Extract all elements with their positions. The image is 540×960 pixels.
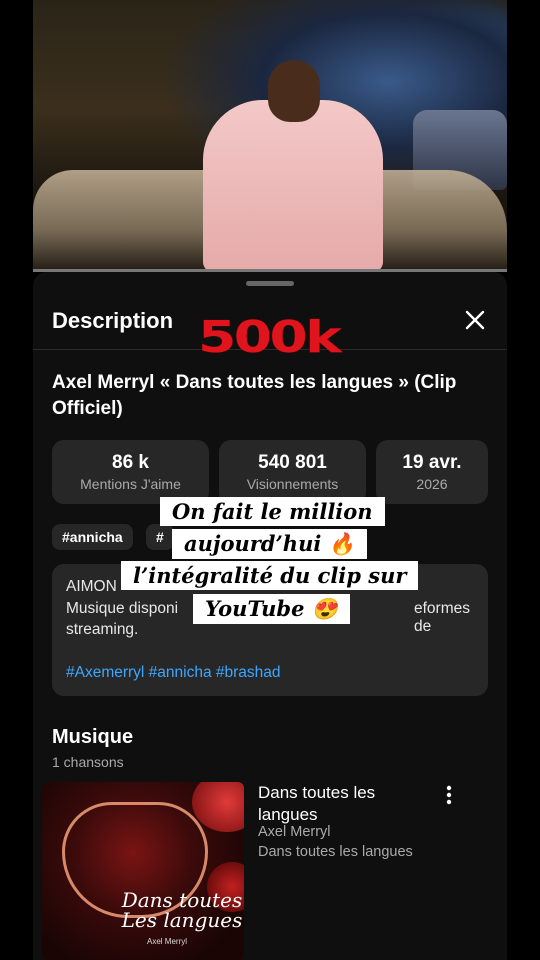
views-label: Visionnements xyxy=(246,476,339,492)
date-value: 19 avr. xyxy=(402,452,462,473)
description-hashtags[interactable]: #Axemerryl #annicha #brashad xyxy=(66,664,281,682)
views-value: 540 801 xyxy=(258,452,327,473)
likes-value: 86 k xyxy=(112,452,149,473)
caption-overlay-line: On fait le million xyxy=(160,497,385,526)
close-icon[interactable] xyxy=(463,308,487,332)
song-artist: Axel Merryl xyxy=(258,824,331,840)
more-options-icon[interactable] xyxy=(443,784,455,806)
song-album: Dans toutes les langues xyxy=(258,844,413,860)
likes-label: Mentions J'aime xyxy=(80,476,181,492)
cover-artist: Axel Merryl xyxy=(147,937,188,946)
video-player[interactable] xyxy=(33,0,507,272)
date-stat: 19 avr. 2026 xyxy=(376,440,488,504)
sheet-title: Description xyxy=(52,308,174,333)
views-badge-overlay: 500k xyxy=(198,312,342,363)
description-line: streaming. xyxy=(66,621,139,638)
hashtag-chip[interactable]: # xyxy=(146,524,174,550)
likes-stat: 86 k Mentions J'aime xyxy=(52,440,209,504)
caption-overlay-line: l’intégralité du clip sur xyxy=(121,561,419,590)
video-title: Axel Merryl « Dans toutes les langues » … xyxy=(52,372,457,419)
album-cover[interactable]: Dans toutes Les langues Axel Merryl xyxy=(42,782,244,960)
description-line: Musique disponi xyxy=(66,600,179,617)
song-title[interactable]: Dans toutes les langues xyxy=(258,782,428,826)
hashtag-chip[interactable]: #annicha xyxy=(52,524,133,550)
caption-overlay-line: aujourd’hui 🔥 xyxy=(172,529,367,559)
description-line: AIMON xyxy=(66,578,117,595)
music-section-title: Musique xyxy=(52,726,134,748)
caption-overlay-line: YouTube 😍 xyxy=(193,594,350,624)
views-stat: 540 801 Visionnements xyxy=(219,440,366,504)
drag-handle[interactable] xyxy=(246,281,294,286)
music-count: 1 chansons xyxy=(52,754,124,770)
description-line: eformes de xyxy=(414,600,470,635)
video-person xyxy=(193,60,393,272)
year-label: 2026 xyxy=(416,476,448,492)
cover-title: Dans toutes Les langues xyxy=(121,888,243,932)
